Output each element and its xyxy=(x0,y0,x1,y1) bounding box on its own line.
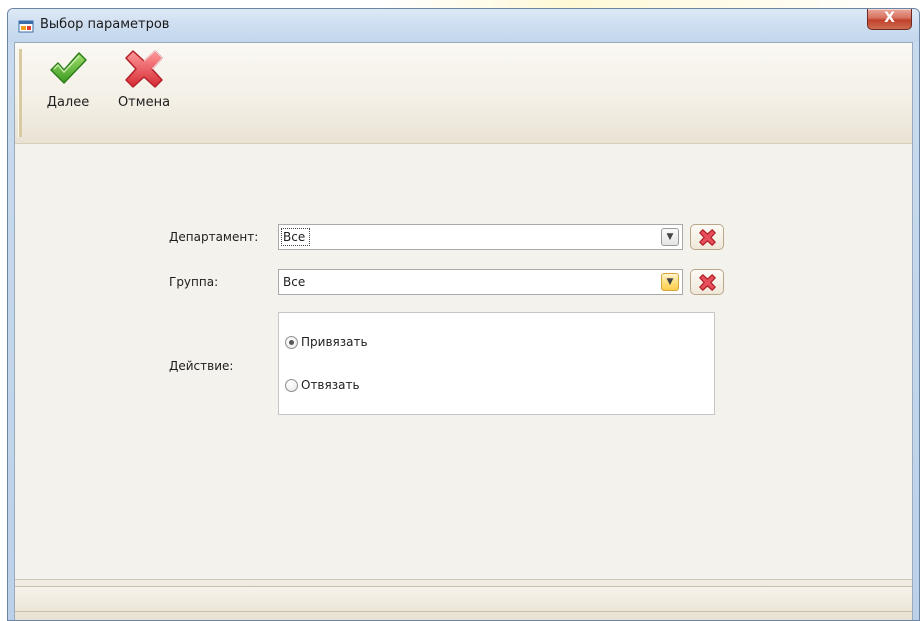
red-cross-icon xyxy=(125,50,163,88)
department-label: Департамент: xyxy=(169,230,259,244)
group-clear-button[interactable] xyxy=(690,269,724,295)
group-label: Группа: xyxy=(169,275,219,289)
title-bar[interactable]: Выбор параметров X xyxy=(8,9,919,42)
window-title: Выбор параметров xyxy=(40,17,170,32)
clear-icon xyxy=(699,274,716,291)
radio-button-unchecked[interactable] xyxy=(285,378,298,392)
action-group-box: Привязать Отвязать xyxy=(278,312,715,415)
radio-detach[interactable]: Отвязать xyxy=(285,378,360,392)
department-combobox[interactable]: Все ▼ xyxy=(278,224,683,250)
clear-icon xyxy=(699,229,716,246)
action-label: Действие: xyxy=(169,359,234,373)
department-value: Все xyxy=(280,228,311,246)
radio-attach-label: Привязать xyxy=(301,335,368,349)
client-area: Далее Отмена Департамент: Все ▼ Группа: … xyxy=(14,42,913,620)
dialog-window: Выбор параметров X Далее Отмена Департам… xyxy=(7,8,920,621)
close-icon: X xyxy=(884,10,895,26)
cancel-button[interactable]: Отмена xyxy=(111,49,177,110)
toolbar: Далее Отмена xyxy=(15,43,912,144)
checkmark-icon xyxy=(50,52,87,84)
group-value: Все xyxy=(283,275,306,289)
radio-attach[interactable]: Привязать xyxy=(285,335,368,349)
next-label: Далее xyxy=(46,95,90,110)
form-area: Департамент: Все ▼ Группа: Все ▼ Действи… xyxy=(15,144,912,580)
toolbar-grip[interactable] xyxy=(18,49,22,137)
close-button[interactable]: X xyxy=(867,9,912,30)
status-bar xyxy=(15,579,912,620)
department-clear-button[interactable] xyxy=(690,224,724,250)
status-bar-panel xyxy=(15,586,912,612)
group-combobox[interactable]: Все ▼ xyxy=(278,269,683,295)
radio-detach-label: Отвязать xyxy=(301,378,360,392)
chevron-down-icon[interactable]: ▼ xyxy=(661,228,679,246)
next-button[interactable]: Далее xyxy=(41,49,95,110)
radio-button-checked[interactable] xyxy=(285,335,298,349)
app-window-icon xyxy=(18,20,34,33)
chevron-down-icon[interactable]: ▼ xyxy=(661,273,679,291)
cancel-label: Отмена xyxy=(117,95,171,110)
